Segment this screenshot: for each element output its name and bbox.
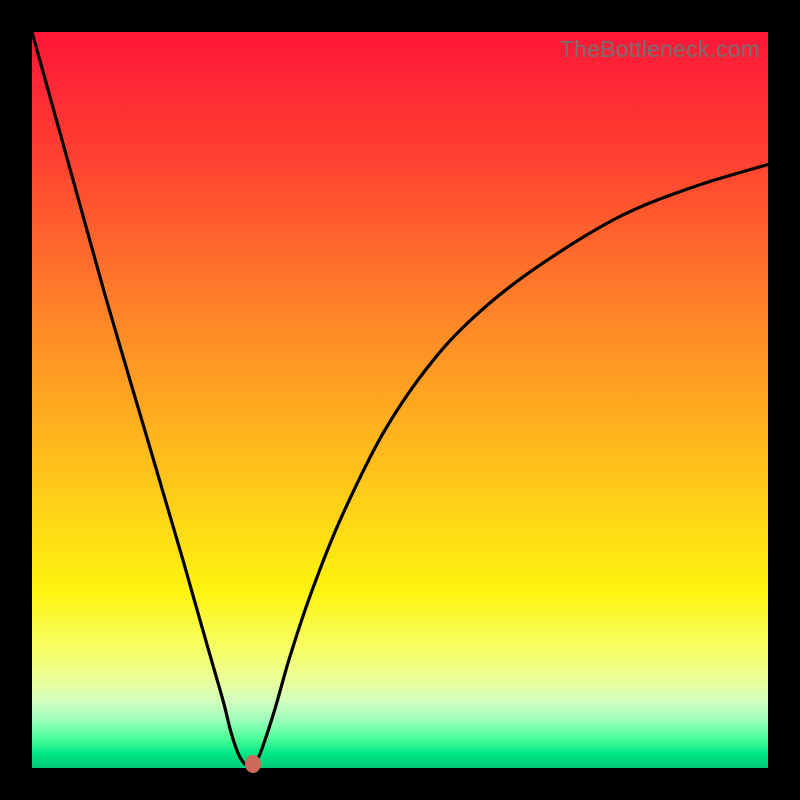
- curve-path: [32, 32, 768, 766]
- plot-area: TheBottleneck.com: [32, 32, 768, 768]
- min-point-marker: [245, 755, 261, 773]
- chart-stage: TheBottleneck.com: [0, 0, 800, 800]
- bottleneck-curve: [32, 32, 768, 768]
